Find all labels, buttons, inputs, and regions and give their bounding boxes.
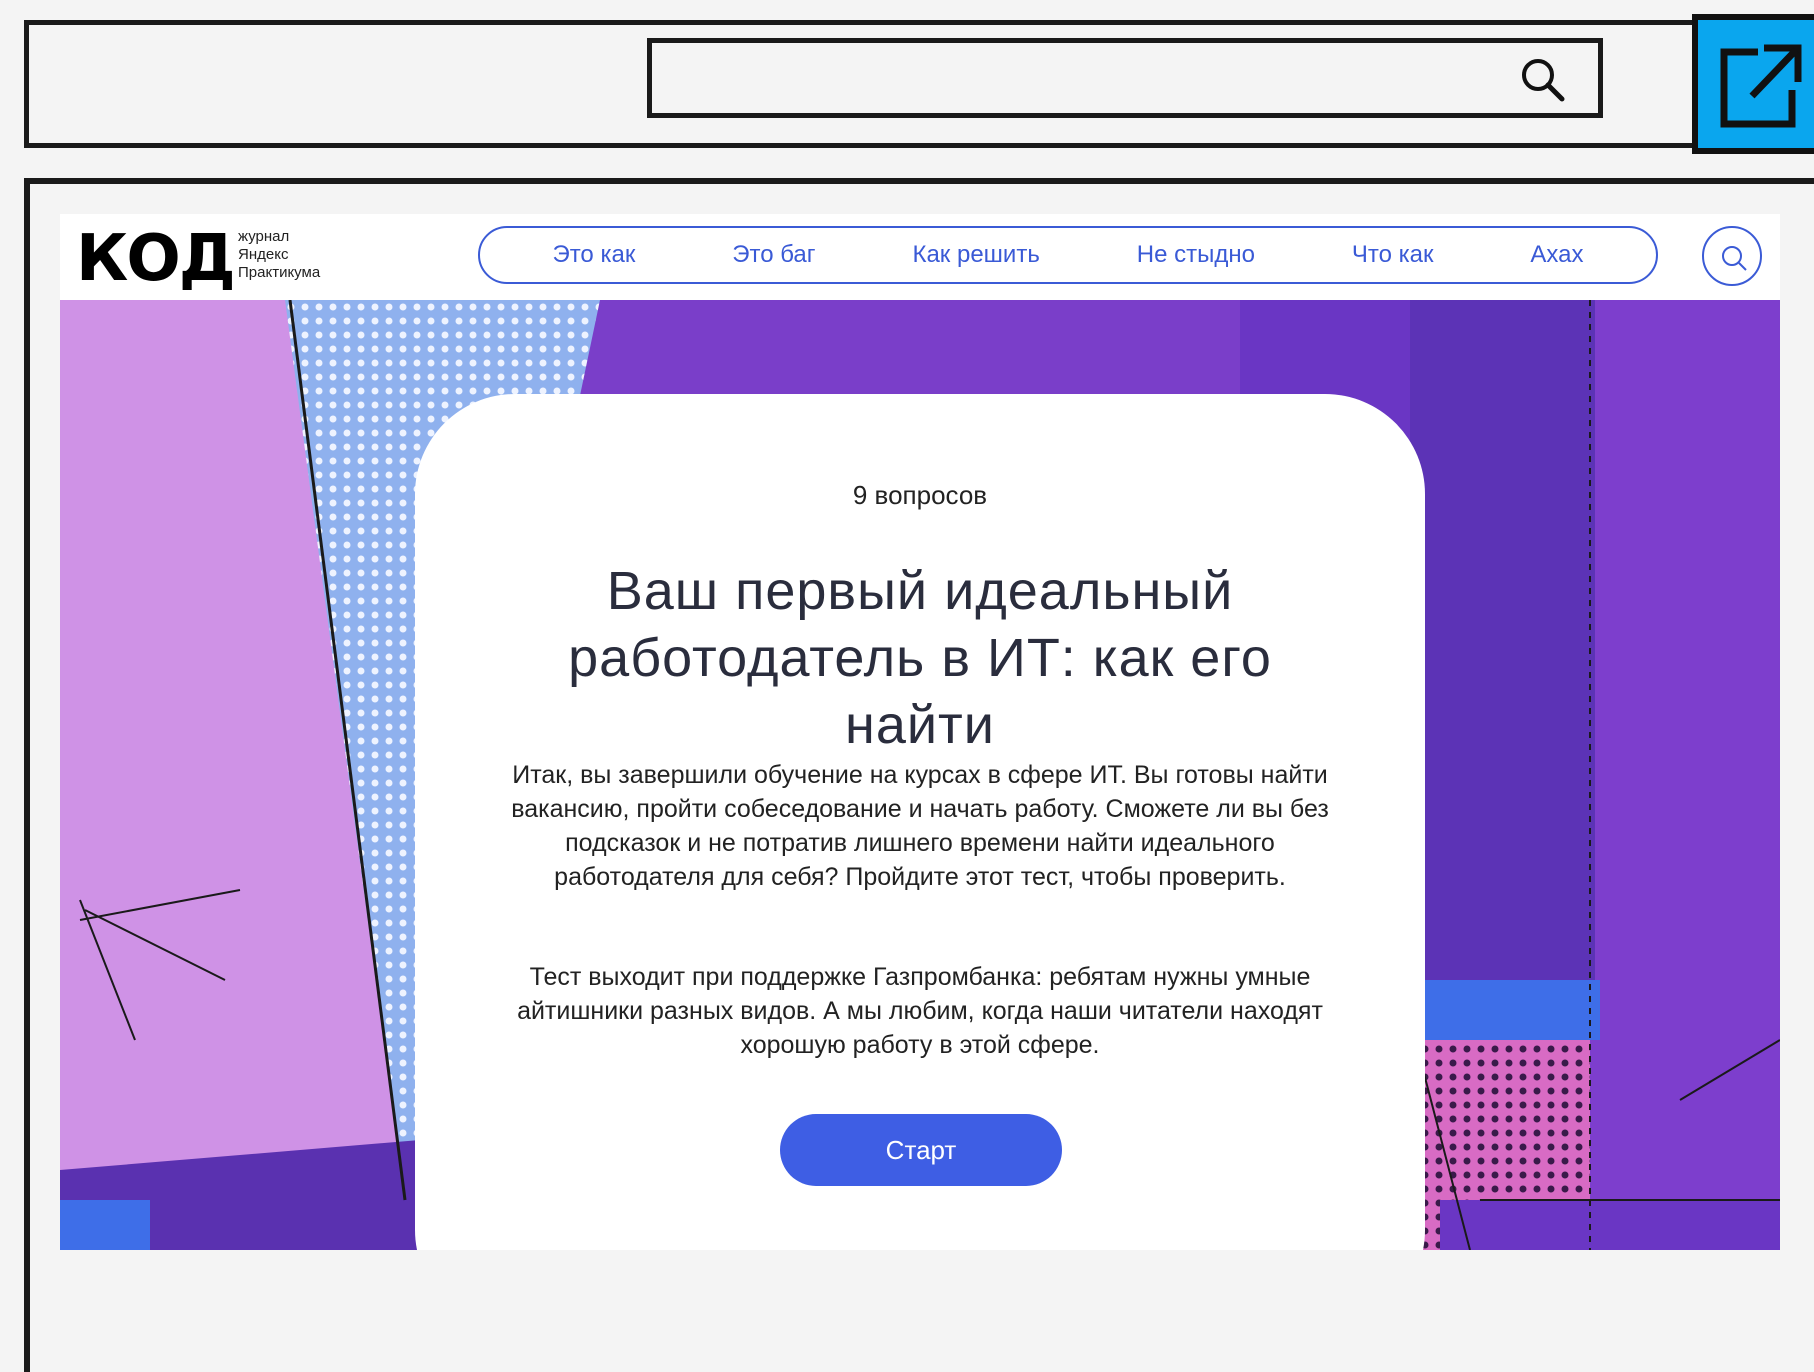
logo-sub-line: Практикума [238,264,321,281]
question-count: 9 вопросов [852,480,988,510]
site-page: КОД журнал Яндекс Практикума Это как Это… [60,214,1780,1250]
main-nav: Это как Это баг Как решить Не стыдно Что… [478,226,1658,284]
browser-toolbar [24,20,1814,148]
search-icon [1722,246,1747,271]
search-icon[interactable] [1518,55,1568,105]
logo-sub-line: Яндекс [238,246,289,263]
nav-item-akhakh[interactable]: Ахах [1530,241,1583,269]
site-header: КОД журнал Яндекс Практикума Это как Это… [60,214,1780,300]
site-search-button[interactable] [1702,226,1762,286]
quiz-intro-text: Итак, вы завершили обучение на курсах в … [511,761,1329,891]
open-external-button[interactable] [1692,14,1814,154]
logo[interactable]: КОД [76,226,236,292]
hero-illustration: 9 вопросов Ваш первый идеальный работода… [60,300,1780,1250]
nav-item-ne-stydno[interactable]: Не стыдно [1137,241,1255,269]
nav-item-eto-bag[interactable]: Это баг [732,241,815,269]
nav-item-eto-kak[interactable]: Это как [552,241,635,269]
logo-subtitle: журнал Яндекс Практикума [238,228,358,282]
nav-item-kak-reshit[interactable]: Как решить [912,241,1039,269]
quiz-intro-card: 9 вопросов Ваш первый идеальный работода… [415,394,1425,1250]
external-link-icon [1720,44,1802,128]
quiz-sponsor-text: Тест выходит при поддержке Газпромбанка:… [517,963,1323,1059]
start-button[interactable]: Старт [780,1114,1062,1186]
nav-item-chto-kak[interactable]: Что как [1352,241,1434,269]
quiz-title: Ваш первый идеальный работодатель в ИТ: … [568,561,1272,755]
logo-sub-line: журнал [238,228,290,245]
address-bar[interactable] [647,38,1603,118]
